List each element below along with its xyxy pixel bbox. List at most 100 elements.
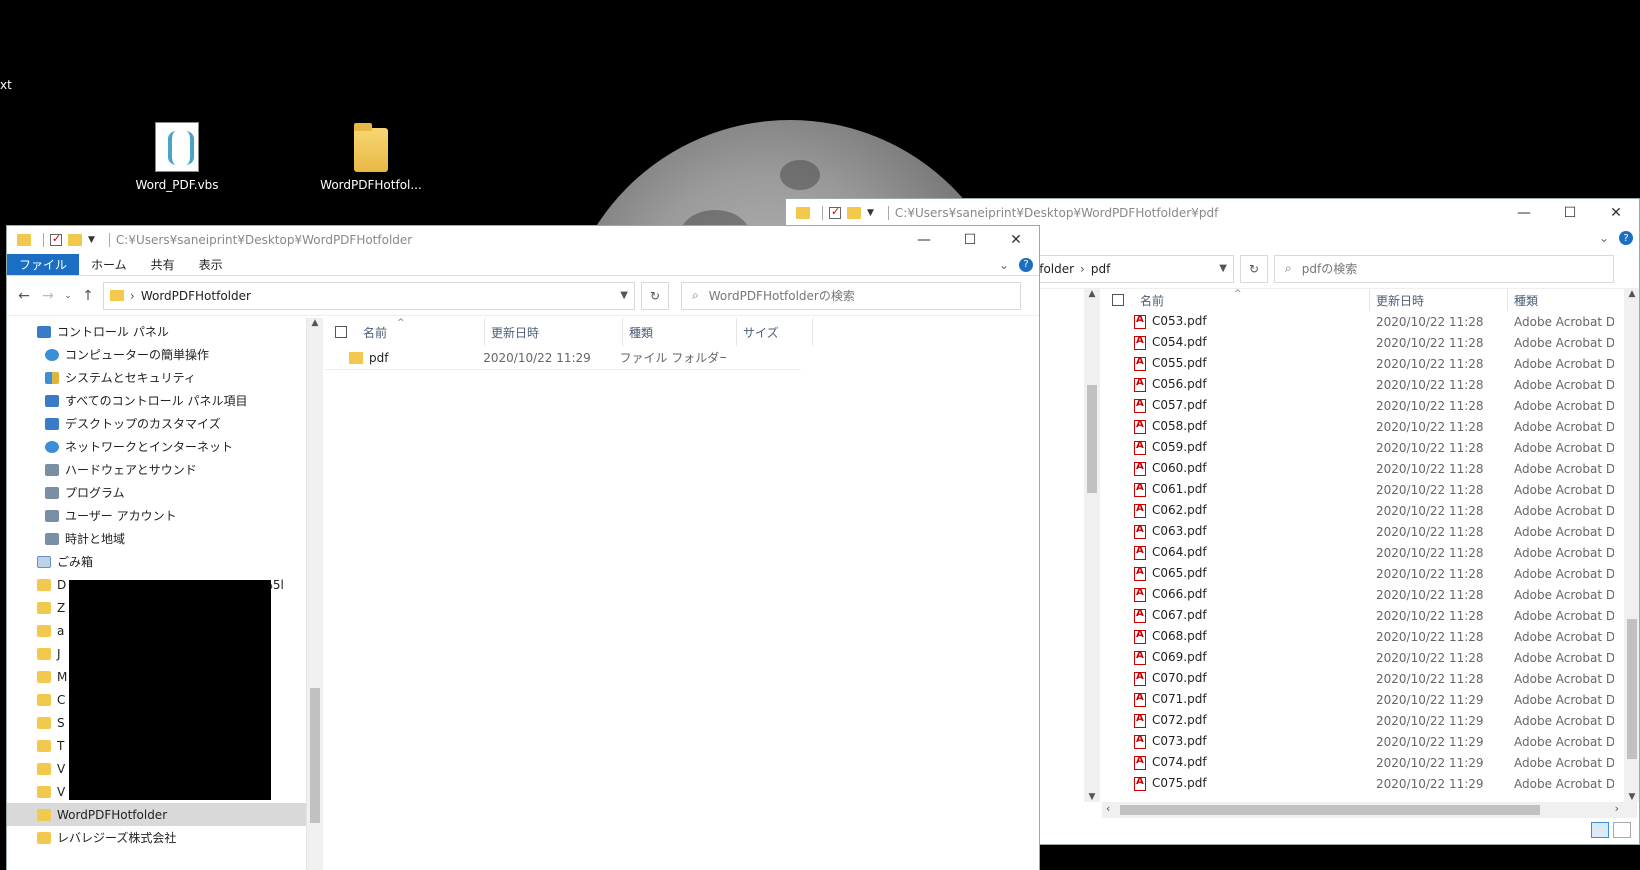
nav-scrollbar[interactable]: ▲ ▼ xyxy=(1084,289,1100,802)
ribbon-expand-icon[interactable]: ⌄ xyxy=(1599,231,1609,245)
chevron-down-icon[interactable]: ▼ xyxy=(620,290,628,301)
nav-item[interactable]: ハードウェアとサウンド xyxy=(7,458,306,481)
column-type[interactable]: 種類 xyxy=(623,318,737,346)
search-box[interactable]: ⌕ WordPDFHotfolderの検索 xyxy=(681,281,1021,310)
column-name[interactable]: 名前 xyxy=(357,318,485,346)
address-bar[interactable]: › WordPDFHotfolder ▼ xyxy=(103,281,635,310)
nav-item[interactable]: コンピューターの簡単操作 xyxy=(7,343,306,366)
nav-item[interactable]: すべてのコントロール パネル項目 xyxy=(7,389,306,412)
file-row[interactable]: C063.pdf 2020/10/22 11:28 Adobe Acrobat D.… xyxy=(1102,521,1639,542)
explorer-window-hotfolder[interactable]: ▼ C:¥Users¥saneiprint¥Desktop¥WordPDFHot… xyxy=(6,225,1040,870)
file-row[interactable]: C070.pdf 2020/10/22 11:28 Adobe Acrobat D.… xyxy=(1102,668,1639,689)
title-bar[interactable]: ▼ C:¥Users¥saneiprint¥Desktop¥WordPDFHot… xyxy=(7,226,1039,254)
file-row[interactable]: C073.pdf 2020/10/22 11:29 Adobe Acrobat D.… xyxy=(1102,731,1639,752)
nav-item[interactable]: システムとセキュリティ xyxy=(7,366,306,389)
search-box[interactable]: ⌕ pdfの検索 xyxy=(1274,254,1614,283)
new-folder-icon[interactable] xyxy=(68,234,82,246)
file-row[interactable]: C061.pdf 2020/10/22 11:28 Adobe Acrobat D.… xyxy=(1102,479,1639,500)
file-row[interactable]: C059.pdf 2020/10/22 11:28 Adobe Acrobat D.… xyxy=(1102,437,1639,458)
nav-item[interactable]: ごみ箱 xyxy=(7,550,306,573)
column-date[interactable]: 更新日時 xyxy=(485,318,623,346)
breadcrumb-current[interactable]: WordPDFHotfolder xyxy=(141,289,251,303)
file-row[interactable]: C056.pdf 2020/10/22 11:28 Adobe Acrobat D.… xyxy=(1102,374,1639,395)
minimize-button[interactable]: — xyxy=(901,226,947,254)
desktop-icon-folder[interactable]: WordPDFHotfol... xyxy=(316,122,426,192)
scroll-left-icon[interactable]: ‹ xyxy=(1106,802,1110,815)
scroll-thumb[interactable] xyxy=(1087,385,1097,493)
file-row[interactable]: C069.pdf 2020/10/22 11:28 Adobe Acrobat D.… xyxy=(1102,647,1639,668)
breadcrumb-current[interactable]: pdf xyxy=(1091,262,1110,276)
column-date[interactable]: 更新日時 xyxy=(1370,289,1508,311)
details-view-icon[interactable] xyxy=(1591,822,1609,838)
file-row[interactable]: C071.pdf 2020/10/22 11:29 Adobe Acrobat D.… xyxy=(1102,689,1639,710)
content-scrollbar[interactable]: ▲ ▼ xyxy=(1624,289,1639,802)
file-list[interactable]: 名前 ^ 更新日時 種類 サイズ pdf 2020/10/22 11:29 ファイル… xyxy=(325,318,1039,870)
navigation-pane[interactable]: コントロール パネル コンピューターの簡単操作 システムとセキュリティ すべてのコント… xyxy=(7,318,307,870)
file-row[interactable]: C066.pdf 2020/10/22 11:28 Adobe Acrobat D.… xyxy=(1102,584,1639,605)
nav-item[interactable]: ネットワークとインターネット xyxy=(7,435,306,458)
column-size[interactable]: サイズ xyxy=(737,318,813,346)
hscroll-thumb[interactable] xyxy=(1120,805,1540,815)
scroll-thumb[interactable] xyxy=(1627,619,1637,759)
nav-item[interactable]: プログラム xyxy=(7,481,306,504)
file-row[interactable]: pdf 2020/10/22 11:29 ファイル フォルダー xyxy=(325,346,801,370)
file-row[interactable]: C054.pdf 2020/10/22 11:28 Adobe Acrobat D.… xyxy=(1102,332,1639,353)
file-row[interactable]: C067.pdf 2020/10/22 11:28 Adobe Acrobat D.… xyxy=(1102,605,1639,626)
file-row[interactable]: C062.pdf 2020/10/22 11:28 Adobe Acrobat D.… xyxy=(1102,500,1639,521)
large-icons-view-icon[interactable] xyxy=(1613,822,1631,838)
file-row[interactable]: C057.pdf 2020/10/22 11:28 Adobe Acrobat D.… xyxy=(1102,395,1639,416)
properties-icon[interactable] xyxy=(829,205,841,219)
help-icon[interactable]: ? xyxy=(1619,231,1633,245)
scroll-up-icon[interactable]: ▲ xyxy=(1624,289,1639,299)
title-bar[interactable]: ▼ C:¥Users¥saneiprint¥Desktop¥WordPDFHot… xyxy=(786,199,1639,227)
file-row[interactable]: C075.pdf 2020/10/22 11:29 Adobe Acrobat D.… xyxy=(1102,773,1639,794)
file-row[interactable]: C053.pdf 2020/10/22 11:28 Adobe Acrobat D.… xyxy=(1102,311,1639,332)
quick-access-dropdown-icon[interactable]: ▼ xyxy=(88,235,95,245)
tab-home[interactable]: ホーム xyxy=(79,254,139,275)
nav-item[interactable]: 時計と地域 xyxy=(7,527,306,550)
file-list[interactable]: 名前 ^ 更新日時 種類 C053.pdf 2020/10/22 11:28 Ado… xyxy=(1102,289,1639,844)
file-row[interactable]: C064.pdf 2020/10/22 11:28 Adobe Acrobat D.… xyxy=(1102,542,1639,563)
file-row[interactable]: C072.pdf 2020/10/22 11:29 Adobe Acrobat D.… xyxy=(1102,710,1639,731)
scroll-up-icon[interactable]: ▲ xyxy=(307,318,323,328)
quick-access-dropdown-icon[interactable]: ▼ xyxy=(867,208,874,218)
tab-view[interactable]: 表示 xyxy=(187,254,235,275)
recent-locations-icon[interactable]: ⌄ xyxy=(63,291,73,301)
new-folder-icon[interactable] xyxy=(847,207,861,219)
close-button[interactable]: ✕ xyxy=(1593,199,1639,227)
scroll-thumb[interactable] xyxy=(310,688,320,823)
scroll-down-icon[interactable]: ▼ xyxy=(1624,792,1639,802)
maximize-button[interactable]: ☐ xyxy=(1547,199,1593,227)
refresh-button[interactable]: ↻ xyxy=(641,281,669,310)
scroll-right-icon[interactable]: › xyxy=(1615,802,1619,815)
file-row[interactable]: C060.pdf 2020/10/22 11:28 Adobe Acrobat D.… xyxy=(1102,458,1639,479)
column-type[interactable]: 種類 xyxy=(1508,289,1618,311)
column-name[interactable]: 名前 xyxy=(1134,289,1370,311)
select-all-checkbox[interactable] xyxy=(1112,294,1124,306)
tab-file[interactable]: ファイル xyxy=(7,254,80,275)
help-icon[interactable]: ? xyxy=(1019,257,1033,272)
nav-item[interactable]: コントロール パネル xyxy=(7,320,306,343)
properties-icon[interactable] xyxy=(50,232,62,246)
file-row[interactable]: C068.pdf 2020/10/22 11:28 Adobe Acrobat D.… xyxy=(1102,626,1639,647)
select-all-checkbox[interactable] xyxy=(335,326,347,338)
forward-icon[interactable]: → xyxy=(39,288,57,304)
chevron-down-icon[interactable]: ▼ xyxy=(1219,263,1227,274)
refresh-button[interactable]: ↻ xyxy=(1240,254,1268,283)
desktop-icon-vbs[interactable]: Word_PDF.vbs xyxy=(122,122,232,192)
nav-item[interactable]: デスクトップのカスタマイズ xyxy=(7,412,306,435)
nav-item[interactable]: レバレジーズ株式会社 xyxy=(7,826,306,849)
file-row[interactable]: C074.pdf 2020/10/22 11:29 Adobe Acrobat D.… xyxy=(1102,752,1639,773)
file-row[interactable]: C065.pdf 2020/10/22 11:28 Adobe Acrobat D.… xyxy=(1102,563,1639,584)
file-row[interactable]: C058.pdf 2020/10/22 11:28 Adobe Acrobat D.… xyxy=(1102,416,1639,437)
tab-share[interactable]: 共有 xyxy=(139,254,187,275)
nav-item[interactable]: ユーザー アカウント xyxy=(7,504,306,527)
minimize-button[interactable]: — xyxy=(1501,199,1547,227)
scroll-down-icon[interactable]: ▼ xyxy=(1084,792,1100,802)
ribbon-expand-icon[interactable]: ⌄ xyxy=(999,258,1009,272)
maximize-button[interactable]: ☐ xyxy=(947,226,993,254)
scroll-up-icon[interactable]: ▲ xyxy=(1084,289,1100,299)
up-icon[interactable]: ↑ xyxy=(79,288,97,304)
back-icon[interactable]: ← xyxy=(15,288,33,304)
nav-scrollbar[interactable]: ▲ xyxy=(307,318,323,870)
